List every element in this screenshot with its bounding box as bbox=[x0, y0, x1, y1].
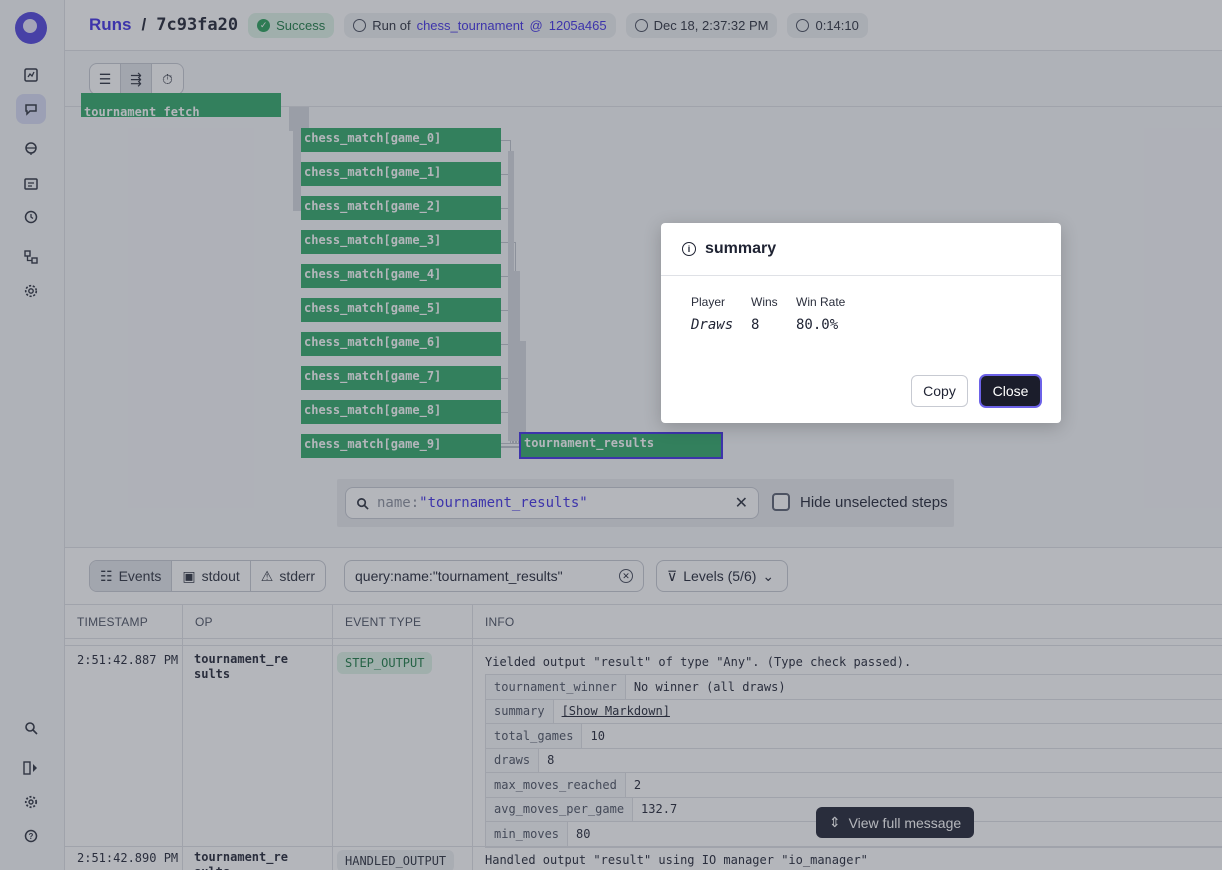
modal-backdrop[interactable] bbox=[0, 0, 1222, 870]
summary-cell: Draws bbox=[691, 317, 734, 333]
summary-header: Player bbox=[691, 295, 726, 309]
dialog-title: summary bbox=[705, 240, 777, 257]
summary-data-row: Draws 8 80.0% bbox=[691, 317, 866, 333]
copy-button[interactable]: Copy bbox=[911, 375, 968, 407]
summary-table: Player Wins Win Rate Draws 8 80.0% bbox=[691, 295, 866, 333]
summary-cell: 8 bbox=[751, 317, 760, 333]
summary-header: Win Rate bbox=[796, 295, 846, 309]
summary-header-row: Player Wins Win Rate bbox=[691, 295, 866, 313]
summary-dialog: i summary Player Wins Win Rate Draws 8 8… bbox=[661, 223, 1061, 423]
dialog-header: i summary bbox=[661, 223, 1061, 276]
summary-cell: 80.0% bbox=[796, 317, 839, 333]
summary-header: Wins bbox=[751, 295, 778, 309]
info-icon: i bbox=[682, 242, 696, 256]
close-button[interactable]: Close bbox=[979, 374, 1042, 408]
